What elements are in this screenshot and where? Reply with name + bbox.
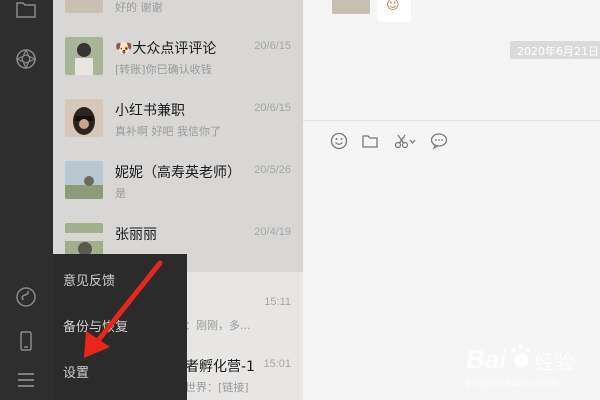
chat-preview: 世界：[链接] [185, 381, 249, 394]
chat-date: 15:11 [264, 296, 291, 308]
chat-date: 15:01 [263, 358, 291, 370]
emoji-icon: ☺ [386, 0, 400, 13]
avatar [65, 0, 103, 13]
chat-name: 小红书兼职 [115, 103, 185, 119]
chat-preview: [转账]你已确认收钱 [115, 63, 212, 76]
avatar [65, 99, 103, 137]
chat-item[interactable]: 好的 谢谢 [53, 0, 303, 24]
moments-icon[interactable] [13, 46, 39, 72]
chat-date: 20/6/15 [254, 40, 291, 52]
chat-name: 🐶大众点评评论 [115, 41, 217, 57]
chat-preview: 真补啊 好吧 我信你了 [115, 125, 221, 138]
chat-date: 20/4/19 [254, 226, 291, 238]
scissors-icon[interactable] [394, 132, 416, 150]
chat-name: 张丽丽 [115, 227, 157, 243]
emoji-icon[interactable] [330, 132, 348, 150]
input-divider [303, 120, 600, 121]
folder-icon[interactable] [361, 132, 379, 150]
menu-icon[interactable] [13, 367, 39, 393]
chat-name: 者孵化营-1 [185, 359, 255, 375]
baidu-watermark: Bai 经验 jingyan.baidu.com [466, 342, 574, 389]
chat-name: 妮妮（高寿英老师） [115, 165, 241, 181]
chat-preview: 好的 谢谢 [115, 1, 163, 14]
folder-icon[interactable] [13, 0, 39, 22]
chat-item[interactable]: 🐶大众点评评论 20/6/15 [转账]你已确认收钱 [53, 24, 303, 86]
chat-item[interactable]: 小红书兼职 20/6/15 真补啊 好吧 我信你了 [53, 86, 303, 148]
message-bubble[interactable]: ☺ [377, 0, 411, 22]
sidebar [0, 0, 53, 400]
date-badge: 2020年6月21日 [510, 41, 600, 59]
avatar [65, 37, 103, 75]
paw-icon [510, 342, 532, 370]
chat-bubble-icon[interactable] [430, 132, 448, 150]
chat-preview: ：刚刚，多... [185, 319, 251, 332]
chat-preview: 是 [115, 187, 126, 200]
phone-icon[interactable] [13, 328, 39, 354]
avatar [65, 161, 103, 199]
chat-date: 20/5/26 [254, 164, 291, 176]
chat-date: 20/6/15 [254, 102, 291, 114]
annotation-arrow [84, 260, 163, 358]
avatar [332, 0, 370, 14]
chat-item[interactable]: 妮妮（高寿英老师） 20/5/26 是 [53, 148, 303, 210]
mini-program-icon[interactable] [13, 284, 39, 310]
